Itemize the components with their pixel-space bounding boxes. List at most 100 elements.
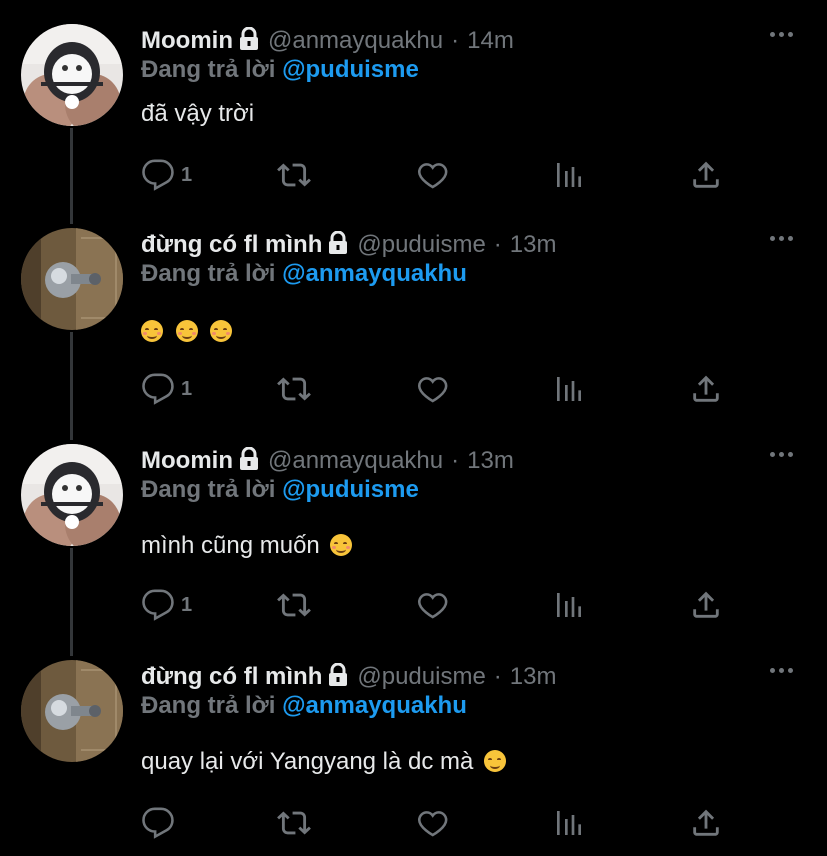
share-button[interactable]: [689, 372, 723, 406]
replying-to: Đang trả lời @anmayquakhu: [141, 692, 467, 720]
tweet-text-body: quay lại với Yangyang là dc mà: [141, 748, 474, 775]
share-icon: [693, 591, 719, 618]
reply-button[interactable]: 1: [141, 158, 192, 192]
reply-icon: [142, 807, 174, 839]
heart-icon: [417, 593, 448, 619]
user-handle[interactable]: @puduisme: [357, 663, 485, 691]
tweet[interactable]: đừng có fl mình @puduisme · 13m Đang trả…: [0, 228, 827, 428]
retweet-button[interactable]: [275, 806, 313, 840]
replying-to-handle[interactable]: @puduisme: [282, 56, 419, 83]
share-icon: [693, 809, 719, 836]
retweet-icon: [277, 377, 311, 401]
tweet-header: đừng có fl mình @puduisme · 13m: [141, 228, 556, 262]
replying-to-handle[interactable]: @puduisme: [282, 476, 419, 503]
replying-to: Đang trả lời @puduisme: [141, 56, 419, 84]
tweet[interactable]: đừng có fl mình @puduisme · 13m Đang trả…: [0, 660, 827, 856]
retweet-icon: [277, 163, 311, 187]
replying-prefix: Đang trả lời: [141, 692, 276, 719]
display-name[interactable]: đừng có fl mình: [141, 663, 322, 691]
lock-icon: [238, 446, 260, 476]
action-bar: 1: [141, 588, 741, 628]
winking-face-emoji: [484, 750, 507, 772]
analytics-button[interactable]: [553, 158, 585, 192]
retweet-button[interactable]: [275, 588, 313, 622]
reply-icon: [142, 373, 174, 405]
reply-button[interactable]: 1: [141, 372, 192, 406]
replying-to-handle[interactable]: @anmayquakhu: [282, 692, 467, 719]
share-icon: [693, 161, 719, 188]
avatar[interactable]: [21, 660, 123, 762]
reply-count: 1: [181, 163, 193, 186]
replying-to-handle[interactable]: @anmayquakhu: [282, 260, 467, 287]
smiling-blush-emoji: [141, 320, 163, 342]
tweet-text: mình cũng muốn: [141, 532, 358, 560]
tweet-header: Moomin @anmayquakhu · 13m: [141, 444, 514, 478]
analytics-button[interactable]: [553, 806, 585, 840]
more-icon[interactable]: [770, 452, 793, 457]
display-name[interactable]: đừng có fl mình: [141, 231, 322, 259]
moomin-plush-avatar: [21, 444, 123, 546]
share-button[interactable]: [689, 806, 723, 840]
more-icon[interactable]: [770, 32, 793, 37]
heart-icon: [417, 811, 448, 837]
heart-icon: [417, 377, 448, 403]
tweet-text: đã vậy trời: [141, 100, 254, 128]
user-handle[interactable]: @puduisme: [357, 231, 485, 259]
avatar[interactable]: [21, 444, 123, 546]
analytics-button[interactable]: [553, 372, 585, 406]
user-handle[interactable]: @anmayquakhu: [268, 27, 443, 55]
doorknob-avatar: [21, 228, 123, 330]
replying-prefix: Đang trả lời: [141, 260, 276, 287]
smiling-blush-emoji: [210, 320, 233, 342]
reply-count: 1: [181, 377, 193, 400]
tweet-header: đừng có fl mình @puduisme · 13m: [141, 660, 556, 694]
replying-prefix: Đang trả lời: [141, 476, 276, 503]
timestamp[interactable]: 13m: [510, 231, 557, 259]
avatar[interactable]: [21, 228, 123, 330]
action-bar: 1: [141, 372, 741, 412]
retweet-button[interactable]: [275, 158, 313, 192]
tweet[interactable]: Moomin @anmayquakhu · 14m Đang trả lời @…: [0, 24, 827, 214]
replying-prefix: Đang trả lời: [141, 56, 276, 83]
lock-icon: [238, 26, 260, 56]
like-button[interactable]: [415, 806, 449, 840]
analytics-button[interactable]: [553, 588, 585, 622]
lock-icon: [327, 662, 349, 692]
display-name[interactable]: Moomin: [141, 27, 233, 55]
separator-dot: ·: [493, 663, 502, 690]
user-handle[interactable]: @anmayquakhu: [268, 447, 443, 475]
tweet-text-body: đã vậy trời: [141, 100, 255, 127]
moomin-plush-avatar: [21, 24, 123, 126]
tweet-text-body: mình cũng muốn: [141, 532, 320, 559]
tweet[interactable]: Moomin @anmayquakhu · 13m Đang trả lời @…: [0, 444, 827, 644]
reply-button[interactable]: [141, 806, 181, 840]
reply-count: 1: [181, 593, 193, 616]
replying-to: Đang trả lời @puduisme: [141, 476, 419, 504]
retweet-icon: [277, 593, 311, 617]
tweet-header: Moomin @anmayquakhu · 14m: [141, 24, 514, 58]
tweet-text: [141, 318, 238, 346]
like-button[interactable]: [415, 588, 449, 622]
timestamp[interactable]: 13m: [467, 447, 514, 475]
share-button[interactable]: [689, 158, 723, 192]
avatar[interactable]: [21, 24, 123, 126]
like-button[interactable]: [415, 158, 449, 192]
retweet-icon: [277, 811, 311, 835]
analytics-icon: [557, 593, 581, 617]
reply-icon: [142, 159, 174, 191]
lock-icon: [327, 230, 349, 260]
like-button[interactable]: [415, 372, 449, 406]
share-button[interactable]: [689, 588, 723, 622]
doorknob-avatar: [21, 660, 123, 762]
more-icon[interactable]: [770, 236, 793, 241]
retweet-button[interactable]: [275, 372, 313, 406]
timestamp[interactable]: 13m: [510, 663, 557, 691]
heart-icon: [417, 163, 448, 189]
timestamp[interactable]: 14m: [467, 27, 514, 55]
more-icon[interactable]: [770, 668, 793, 673]
action-bar: [141, 806, 741, 846]
reply-button[interactable]: 1: [141, 588, 192, 622]
analytics-icon: [557, 811, 581, 835]
reply-icon: [142, 589, 174, 621]
display-name[interactable]: Moomin: [141, 447, 233, 475]
